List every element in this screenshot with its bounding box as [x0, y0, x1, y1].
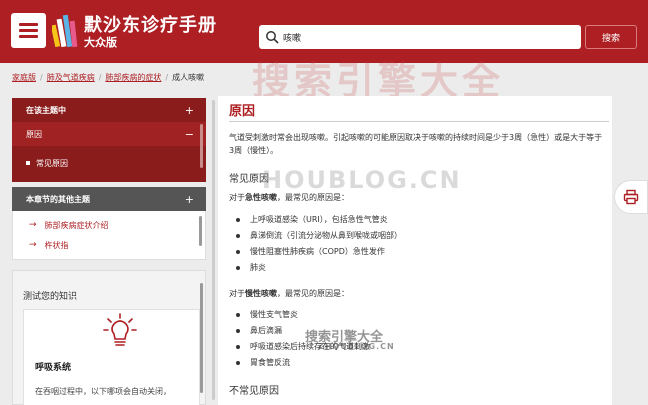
breadcrumb-link[interactable]: 肺部疾病的症状	[105, 73, 161, 82]
list-item: 肺炎	[236, 260, 402, 276]
quiz-heading: 测试您的知识	[23, 292, 78, 302]
topic-subitem-common-causes[interactable]: 常见原因	[12, 146, 206, 180]
page-title: 原因	[229, 104, 256, 119]
in-this-topic-panel: 在该主题中 + 原因 − 常见原因	[12, 98, 206, 182]
breadcrumb-current: 成人咳嗽	[172, 73, 205, 82]
panel-scrollbar[interactable]	[200, 124, 203, 168]
expand-icon[interactable]: +	[185, 104, 194, 117]
breadcrumb-link[interactable]: 肺及气道疾病	[47, 73, 95, 82]
topic-item-causes[interactable]: 原因 −	[12, 122, 206, 146]
printer-icon	[623, 189, 639, 205]
search-button[interactable]: 搜索	[585, 25, 637, 49]
arrow-right-icon: →	[29, 220, 37, 230]
search-icon	[266, 31, 279, 44]
quiz-card-title: 呼吸系统	[35, 363, 72, 373]
collapse-icon[interactable]: −	[185, 128, 194, 141]
other-topic-link[interactable]: → 肺部疾病症状介绍	[13, 215, 205, 235]
watermark-domain: HOUBLOG.CN	[262, 166, 462, 194]
chronic-suffix: ，最常见的原因是：	[277, 289, 349, 298]
page-scrollbar[interactable]	[212, 100, 215, 400]
panel-scrollbar[interactable]	[199, 216, 202, 246]
lightbulb-icon	[103, 313, 137, 346]
chronic-cough-intro: 对于慢性咳嗽，最常见的原因是：	[229, 288, 349, 299]
topic-item-label: 原因	[26, 129, 42, 139]
divider	[229, 121, 609, 122]
acute-bold: 急性咳嗽	[245, 193, 277, 202]
menu-bar	[19, 35, 38, 38]
list-item: 慢性支气管炎	[236, 307, 370, 323]
intro-paragraph: 气道受刺激时常会出现咳嗽。引起咳嗽的可能原因取决于咳嗽的持续时间是少于3周（急性…	[229, 133, 603, 155]
main-content: 原因 气道受刺激时常会出现咳嗽。引起咳嗽的可能原因取决于咳嗽的持续时间是少于3周…	[218, 96, 612, 405]
section-heading-uncommon-causes: 不常见原因	[229, 386, 279, 397]
acute-suffix: ，最常见的原因是：	[277, 193, 349, 202]
bullet-icon	[26, 161, 30, 165]
other-topic-label: 肺部疾病症状介绍	[44, 220, 109, 230]
breadcrumb-separator: /	[98, 73, 102, 82]
list-item: 鼻涕倒流（引流分泌物从鼻到喉咙或咽部）	[236, 228, 402, 244]
watermark-small-domain: ZHOUBLOG.CN	[318, 342, 395, 351]
acute-prefix: 对于	[229, 193, 245, 202]
breadcrumb-separator: /	[165, 73, 169, 82]
panel-scrollbar[interactable]	[200, 283, 203, 393]
search-input[interactable]	[283, 28, 573, 46]
arrow-right-icon: →	[29, 240, 37, 250]
print-button[interactable]	[614, 180, 648, 214]
other-topic-link[interactable]: → 杵状指	[13, 235, 205, 255]
book-spines-logo[interactable]	[52, 11, 78, 49]
menu-bar	[19, 29, 38, 32]
breadcrumb-separator: /	[40, 73, 43, 82]
acute-causes-list: 上呼吸道感染（URI），包括急性气管炎 鼻涕倒流（引流分泌物从鼻到喉咙或咽部） …	[236, 212, 402, 276]
quiz-question-text: 在吞咽过程中，以下哪项会自动关闭，	[35, 387, 171, 396]
quiz-card[interactable]: 呼吸系统 在吞咽过程中，以下哪项会自动关闭，	[23, 309, 200, 405]
hamburger-menu-button[interactable]	[11, 13, 46, 48]
site-subtitle: 大众版	[84, 36, 117, 49]
other-topic-label: 杵状指	[44, 240, 69, 250]
topic-subitem-label: 常见原因	[36, 158, 68, 168]
list-item: 上呼吸道感染（URI），包括急性气管炎	[236, 212, 402, 228]
breadcrumb: 家庭版 / 肺及气道疾病 / 肺部疾病的症状 / 成人咳嗽	[12, 72, 204, 83]
list-item: 慢性阻塞性肺疾病（COPD）急性发作	[236, 244, 402, 260]
other-topics-header[interactable]: 本章节的其他主题 +	[12, 187, 206, 211]
chronic-bold: 慢性咳嗽	[245, 289, 277, 298]
expand-icon[interactable]: +	[185, 193, 194, 206]
in-this-topic-heading: 在该主题中	[26, 105, 66, 115]
in-this-topic-header[interactable]: 在该主题中 +	[12, 98, 206, 122]
other-topics-heading: 本章节的其他主题	[26, 194, 90, 204]
quiz-panel: 测试您的知识 呼吸系统 在吞咽过程中，以下哪项会自动关闭，	[12, 270, 206, 405]
breadcrumb-link[interactable]: 家庭版	[12, 73, 36, 82]
menu-bar	[19, 23, 38, 26]
chronic-prefix: 对于	[229, 289, 245, 298]
list-item: 胃食管反流	[236, 355, 370, 371]
other-topics-panel: 本章节的其他主题 + → 肺部疾病症状介绍 → 杵状指	[12, 187, 206, 260]
search-box[interactable]	[259, 25, 581, 49]
